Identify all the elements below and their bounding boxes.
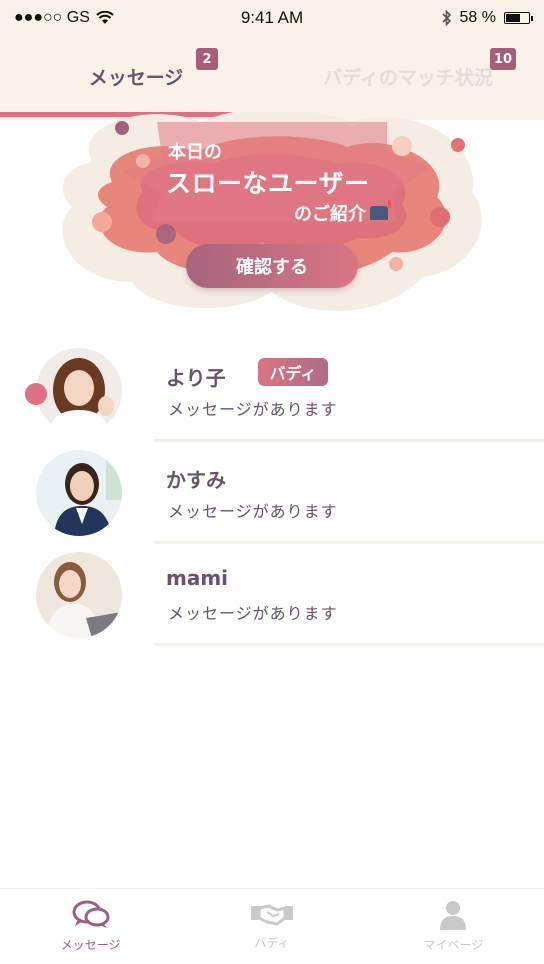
bottom-nav: メッセージ バディ マイページ [0,888,544,964]
avatar[interactable] [36,348,122,434]
wifi-icon [96,11,114,24]
person-icon [440,901,467,930]
contact-name: mami [166,566,229,590]
status-bar: ●●●○○ GS 9:41 AM 58 % [0,0,544,36]
message-preview: メッセージがあります [168,400,338,419]
contact-name: かすみ [166,468,226,492]
nav-label-messages: メッセージ [60,938,121,952]
tab-buddy-match-badge: 10 [490,48,517,70]
nav-label-buddy: バディ [254,936,290,950]
unread-indicator [25,383,47,405]
message-list: より子 バディ メッセージがあります かすみ メッセージがあります mami メ… [0,340,544,646]
avatar-photo-kasumi [36,450,122,536]
list-item[interactable]: mami メッセージがあります [0,544,544,646]
status-time: 9:41 AM [240,8,304,27]
avatar[interactable] [36,552,122,638]
divider [154,643,544,646]
tab-buddy-match-label: バディのマッチ状況 [323,66,493,89]
battery-percent: 58 % [459,9,496,26]
handshake-icon [250,904,293,926]
nav-item-buddy[interactable]: バディ [181,889,362,964]
nav-item-messages[interactable]: メッセージ [0,889,181,964]
nav-label-mypage: マイページ [423,938,484,952]
banner-title: スローなユーザー [166,169,370,198]
top-tabbar: メッセージ 2 バディのマッチ状況 10 [0,36,544,120]
confirm-button[interactable]: 確認する [186,244,358,288]
nav-item-mypage[interactable]: マイページ [363,889,544,964]
avatar-photo-mami [36,552,122,638]
chat-bubbles-icon [72,900,110,928]
tab-messages-label: メッセージ [88,66,184,89]
battery-level [506,14,520,22]
battery-icon [504,12,533,24]
avatar-photo-yoriko [36,348,122,434]
carrier-signal: ●●●○○ GS [14,9,90,26]
mailbox-icon [370,200,391,220]
list-item[interactable]: かすみ メッセージがあります [0,442,544,544]
buddy-badge: バディ [258,358,328,386]
bluetooth-icon [441,10,451,26]
message-preview: メッセージがあります [168,604,338,623]
banner-line1: 本日の [168,142,222,163]
message-preview: メッセージがあります [168,502,338,521]
promo-banner[interactable]: 本日の スローなユーザー のご紹介 確認する [52,112,492,312]
banner-line3-text: のご紹介 [294,204,366,225]
list-item[interactable]: より子 バディ メッセージがあります [0,340,544,442]
avatar[interactable] [36,450,122,536]
tab-messages-badge: 2 [196,48,218,70]
banner-line3: のご紹介 [294,200,391,226]
tab-messages[interactable]: メッセージ [0,36,272,116]
contact-name: より子 [166,366,226,390]
status-left: ●●●○○ GS [14,9,194,27]
status-right: 58 % [350,9,533,27]
